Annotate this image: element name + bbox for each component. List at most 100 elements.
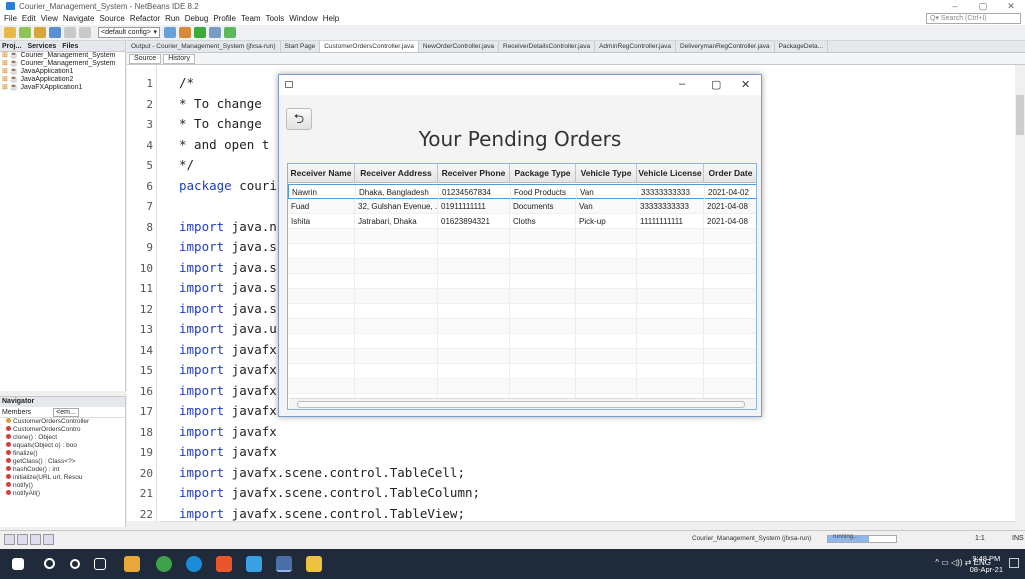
fx-maximize-button[interactable]: ▢ — [711, 78, 721, 91]
navigator-item[interactable]: notifyAll() — [0, 490, 125, 498]
table-horizontal-scrollbar[interactable] — [289, 398, 756, 409]
navigator-item[interactable]: initialize(URL url, Resou — [0, 474, 125, 482]
menu-source[interactable]: Source — [99, 14, 124, 23]
debug-icon[interactable] — [209, 27, 221, 38]
profile-icon[interactable] — [224, 27, 236, 38]
navigator-item[interactable]: getClass() : Class<?> — [0, 458, 125, 466]
maximize-button[interactable]: ▢ — [969, 0, 997, 12]
build-icon[interactable] — [164, 27, 176, 38]
tab-projects[interactable]: Proj... — [2, 43, 21, 50]
table-row[interactable]: Ishita Jatrabari, Dhaka 01623894321 Cloths P… — [288, 214, 756, 229]
code-line[interactable]: 19 import javafx — [127, 442, 1015, 462]
navigator-item[interactable]: clone() : Object — [0, 434, 125, 442]
edge-icon[interactable] — [186, 556, 202, 572]
tab-package-details[interactable]: PackageDeta... — [775, 41, 829, 52]
table-row[interactable] — [288, 334, 756, 349]
new-project-icon[interactable] — [4, 27, 16, 38]
code-line[interactable]: 18 import javafx — [127, 422, 1015, 442]
java-app-icon[interactable] — [276, 556, 292, 572]
history-tab[interactable]: History — [163, 53, 195, 64]
code-line[interactable]: 22 import javafx.scene.control.TableView; — [127, 504, 1015, 522]
column-header[interactable]: Vehicle License — [637, 164, 704, 183]
tab-receiver-details-controller[interactable]: ReceiverDetailsController.java — [499, 41, 596, 52]
chrome-icon[interactable] — [156, 556, 172, 572]
output-window-icon[interactable] — [4, 534, 15, 545]
menu-navigate[interactable]: Navigate — [63, 14, 95, 23]
column-header[interactable]: Vehicle Type — [576, 164, 637, 183]
menu-debug[interactable]: Debug — [185, 14, 209, 23]
table-row[interactable] — [288, 274, 756, 289]
editor-horizontal-scrollbar[interactable] — [160, 521, 1015, 530]
menu-team[interactable]: Team — [241, 14, 261, 23]
fx-minimize-button[interactable]: – — [679, 78, 685, 90]
menu-profile[interactable]: Profile — [213, 14, 236, 23]
editor-vertical-scrollbar[interactable] — [1015, 85, 1025, 521]
tab-deliveryman-reg-controller[interactable]: DeliverymanRegController.java — [676, 41, 775, 52]
tab-new-order-controller[interactable]: NewOrderController.java — [419, 41, 499, 52]
menu-view[interactable]: View — [41, 14, 58, 23]
column-header[interactable]: Package Type — [510, 164, 576, 183]
notifications-icon[interactable] — [43, 534, 54, 545]
menu-refactor[interactable]: Refactor — [130, 14, 160, 23]
column-header[interactable]: Order Date — [704, 164, 756, 183]
navigator-item[interactable]: hashCode() : int — [0, 466, 125, 474]
table-row[interactable] — [288, 379, 756, 394]
table-row[interactable] — [288, 304, 756, 319]
table-scroll-thumb[interactable] — [297, 401, 745, 408]
column-header[interactable]: Receiver Name — [288, 164, 355, 183]
table-row[interactable] — [288, 244, 756, 259]
tab-customer-orders-controller[interactable]: CustomerOrdersController.java — [320, 41, 419, 52]
code-line[interactable]: 20 import javafx.scene.control.TableCell; — [127, 463, 1015, 483]
office-icon[interactable] — [216, 556, 232, 572]
file-explorer-icon[interactable] — [124, 556, 140, 572]
redo-icon[interactable] — [79, 27, 91, 38]
table-row[interactable] — [288, 229, 756, 244]
search-icon[interactable] — [44, 558, 55, 569]
start-icon[interactable] — [12, 558, 24, 570]
minimize-button[interactable]: – — [941, 0, 969, 12]
table-row[interactable] — [288, 259, 756, 274]
table-row[interactable] — [288, 364, 756, 379]
navigator-item[interactable]: CustomerOrdersContro — [0, 426, 125, 434]
table-row[interactable]: Nawrin Dhaka, Bangladesh 01234567834 Food P… — [288, 184, 756, 200]
menu-tools[interactable]: Tools — [266, 14, 285, 23]
tray-icons[interactable]: ^ ▭ ◁)) ⇄ — [935, 558, 971, 567]
table-row[interactable] — [288, 409, 757, 410]
tab-output[interactable]: Output - Courier_Management_System (jfxs… — [127, 41, 281, 52]
config-dropdown[interactable]: <default config> — [98, 27, 160, 38]
app-icon[interactable] — [246, 556, 262, 572]
search-input[interactable]: Q▾ Search (Ctrl+I) — [926, 13, 1021, 24]
editor-scroll-thumb[interactable] — [1016, 95, 1024, 135]
save-all-icon[interactable] — [49, 27, 61, 38]
clock[interactable]: 9:48 PM 08-Apr-21 — [970, 553, 1003, 575]
clean-build-icon[interactable] — [179, 27, 191, 38]
action-center-icon[interactable] — [1009, 558, 1019, 568]
table-row[interactable] — [288, 349, 756, 364]
column-header[interactable]: Receiver Address — [355, 164, 438, 183]
tab-services[interactable]: Services — [27, 43, 56, 50]
project-item[interactable]: JavaApplication2 — [0, 76, 125, 84]
project-item[interactable]: JavaApplication1 — [0, 68, 125, 76]
project-item[interactable]: JavaFXApplication1 — [0, 84, 125, 92]
source-tab[interactable]: Source — [129, 53, 162, 64]
member-filter-dropdown[interactable]: <em... — [53, 408, 79, 417]
close-button[interactable]: ✕ — [997, 0, 1025, 12]
fx-close-button[interactable]: ✕ — [741, 78, 750, 91]
tab-start-page[interactable]: Start Page — [281, 41, 321, 52]
project-item[interactable]: Courier_Management_System — [0, 52, 125, 60]
open-project-icon[interactable] — [34, 27, 46, 38]
tasks-icon[interactable] — [17, 534, 28, 545]
orders-table[interactable]: Receiver Name Receiver Address Receiver Ph… — [287, 163, 757, 410]
new-file-icon[interactable] — [19, 27, 31, 38]
table-row[interactable] — [288, 319, 756, 334]
tab-admin-reg-controller[interactable]: AdminRegController.java — [595, 41, 676, 52]
undo-icon[interactable] — [64, 27, 76, 38]
column-header[interactable]: Receiver Phone — [438, 164, 510, 183]
tab-files[interactable]: Files — [62, 43, 78, 50]
project-item[interactable]: Courier_Management_System — [0, 60, 125, 68]
code-line[interactable]: 21 import javafx.scene.control.TableColum… — [127, 483, 1015, 503]
menu-run[interactable]: Run — [165, 14, 180, 23]
netbeans-taskbar-icon[interactable] — [306, 556, 322, 572]
menu-file[interactable]: File — [4, 14, 17, 23]
navigator-item[interactable]: notify() — [0, 482, 125, 490]
